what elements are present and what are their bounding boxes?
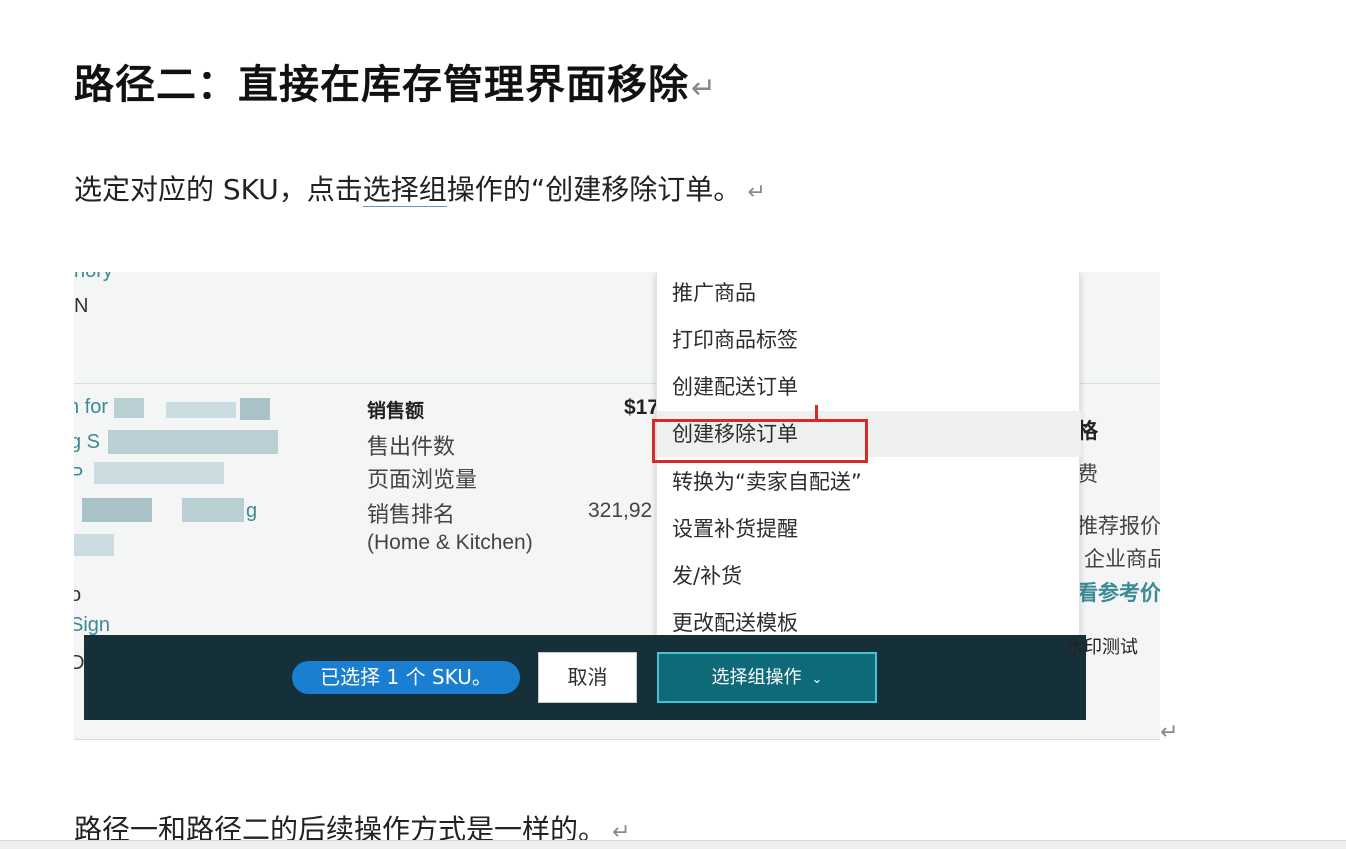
right-fragment-5: 看参考价 <box>1077 581 1160 605</box>
group-action-label: 选择组操作 <box>711 667 802 688</box>
left-fragment-product1: n for <box>74 396 109 418</box>
instruction-paragraph: 选定对应的 SKU，点击选择组操作的“创建移除订单。 ↵ <box>74 168 766 208</box>
blurred-product-name <box>182 498 244 522</box>
paragraph-mark-icon: ↵ <box>691 71 718 106</box>
bulk-action-bar: 已选择 1 个 SKU。 取消 选择组操作 ⌄ <box>84 635 1086 720</box>
inventory-screenshot: nory N n for g S P g o Sign D 销售额 $17 售出… <box>74 272 1160 740</box>
left-fragment-product2: g S <box>74 431 101 453</box>
sales-rank-label: 销售排名 <box>367 503 456 528</box>
menu-item-promote[interactable]: 推广商品 <box>657 272 1081 316</box>
sales-rank-category: (Home & Kitchen) <box>367 531 533 554</box>
group-action-button[interactable]: 选择组操作 ⌄ <box>657 652 877 703</box>
blurred-product-name <box>74 534 114 556</box>
cancel-button[interactable]: 取消 <box>538 652 637 703</box>
right-fragment-4: 企业商品 <box>1084 547 1160 571</box>
chevron-down-icon: ⌄ <box>811 672 823 687</box>
watermark-text: 水印测试 <box>1066 637 1138 658</box>
paragraph-mark-icon: ↵ <box>747 180 766 205</box>
menu-item-print-labels[interactable]: 打印商品标签 <box>657 317 1081 363</box>
left-fragment-d: D <box>74 652 84 675</box>
left-fragment-product4: g <box>246 500 258 522</box>
sales-value: $17 <box>624 396 660 419</box>
status-strip <box>0 840 1346 849</box>
left-fragment-product3: P <box>74 464 83 487</box>
blurred-product-name <box>166 402 236 418</box>
left-fragment-sign: Sign <box>74 614 111 636</box>
section-heading: 路径二：直接在库存管理界面移除↵ <box>74 52 717 110</box>
right-fragment-3: 推荐报价 <box>1077 514 1160 538</box>
menu-item-restock-alert[interactable]: 设置补货提醒 <box>657 506 1081 552</box>
units-sold-label: 售出件数 <box>367 435 456 460</box>
para1-after: 操作的“创建移除订单。 <box>446 173 742 206</box>
menu-item-convert-to-merchant-fulfilled[interactable]: 转换为“卖家自配送” <box>657 459 1081 505</box>
left-fragment-top: nory <box>74 272 113 283</box>
sales-rank-value: 321,92 <box>588 499 653 522</box>
paragraph-mark-icon: ↵ <box>1160 720 1179 745</box>
page-views-label: 页面浏览量 <box>367 468 478 493</box>
left-fragment-product5: o <box>74 584 81 607</box>
blurred-product-name <box>240 398 270 420</box>
blurred-product-name <box>108 430 278 454</box>
blurred-product-name <box>94 462 224 484</box>
blurred-product-name <box>82 498 152 522</box>
left-fragment-asin: N <box>74 295 89 317</box>
blurred-product-name <box>114 398 144 418</box>
menu-item-send-replenish[interactable]: 发/补货 <box>657 553 1081 599</box>
selected-sku-count-badge: 已选择 1 个 SKU。 <box>292 661 520 694</box>
para1-underlined-term: 选择组 <box>362 173 447 207</box>
heading-text: 路径二：直接在库存管理界面移除 <box>74 62 689 108</box>
para1-before: 选定对应的 SKU，点击 <box>74 173 363 206</box>
sales-label: 销售额 <box>367 400 425 422</box>
menu-item-create-fulfillment-order[interactable]: 创建配送订单 <box>657 364 1081 410</box>
annotation-highlight-box <box>652 419 868 463</box>
